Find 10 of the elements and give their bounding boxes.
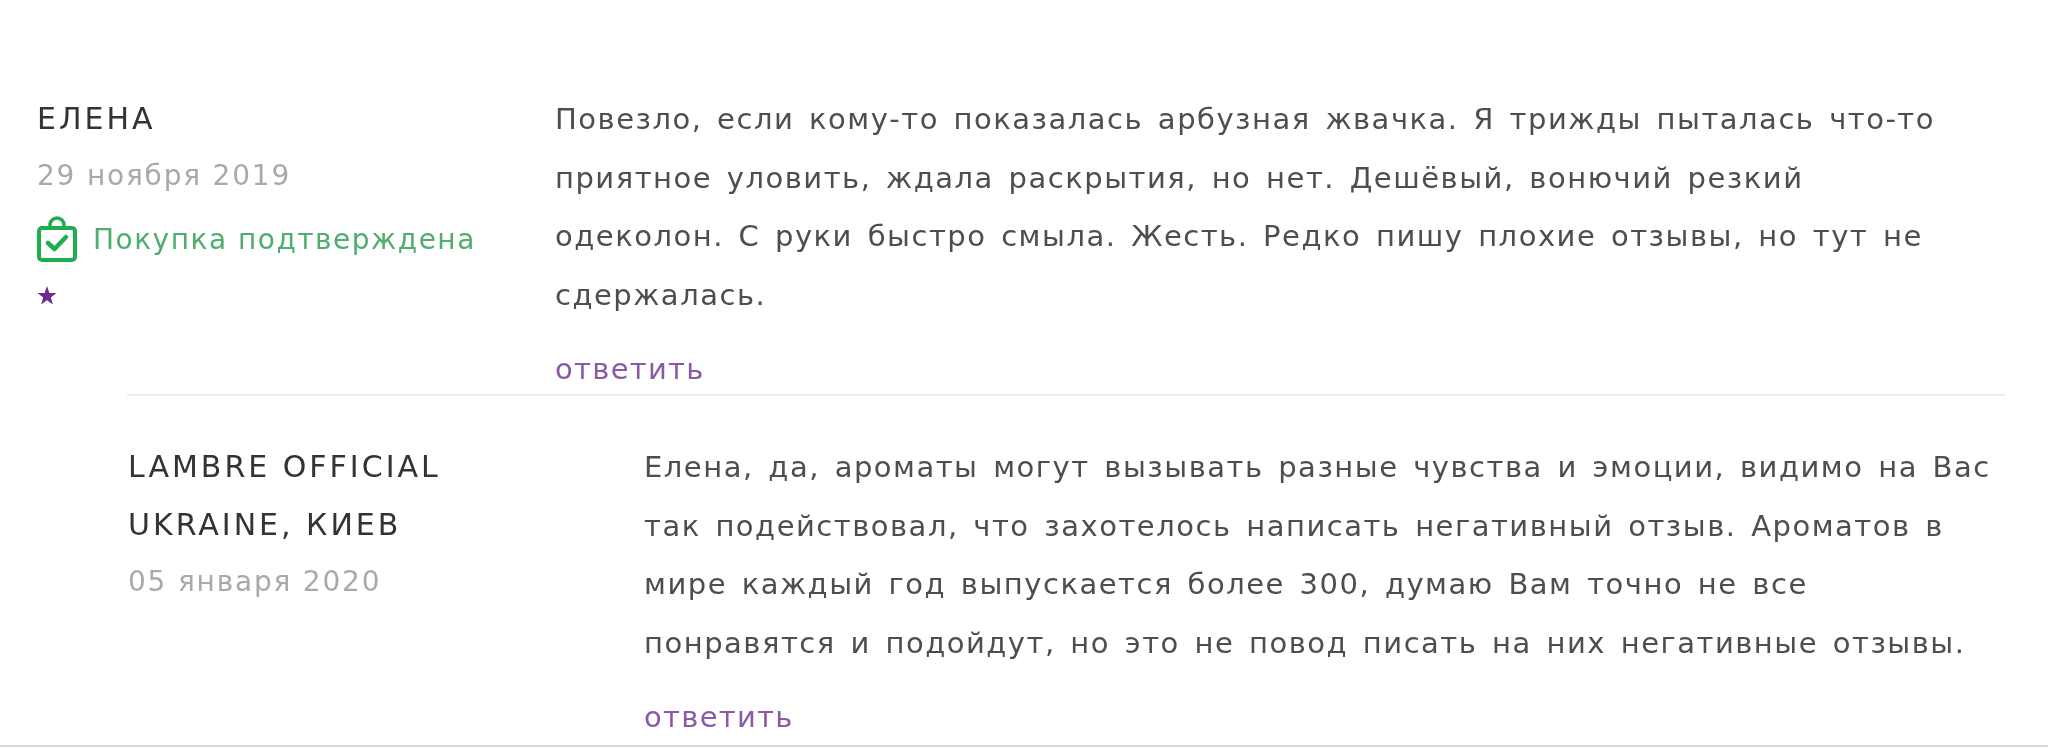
- review-date: 05 января 2020: [128, 564, 382, 600]
- review-text: Повезло, если кому-то показалась арбузная жвачка. Я трижды пыталась что-то приятное уловить, ждала раскрытия, но нет. Дешёвый, вонючий резкий одеколон. С руки быстро смыла. Жесть. Редко пишу плохие отзывы, но тут не сдержалась.: [555, 101, 1936, 314]
- author-name: LAMBRE OFFICIAL UKRAINE, КИЕВ: [128, 448, 442, 544]
- reply-link[interactable]: ответить: [555, 344, 705, 394]
- star-icon: [37, 286, 57, 305]
- verified-purchase-label: Покупка подтверждена: [93, 222, 476, 256]
- author-name: ЕЛЕНА: [37, 100, 156, 138]
- reply-link[interactable]: ответить: [644, 692, 794, 742]
- review-date: 29 ноября 2019: [37, 158, 292, 194]
- review-text: Елена, да, ароматы могут вызывать разные чувства и эмоции, видимо на Вас так подействовал, что захотелось написать негативный отзыв. Ароматов в мире каждый год выпускается более 300, думаю Вам точно не все понравятся и подойдут, но это не повод писать на них негативные отзывы.: [644, 449, 1992, 662]
